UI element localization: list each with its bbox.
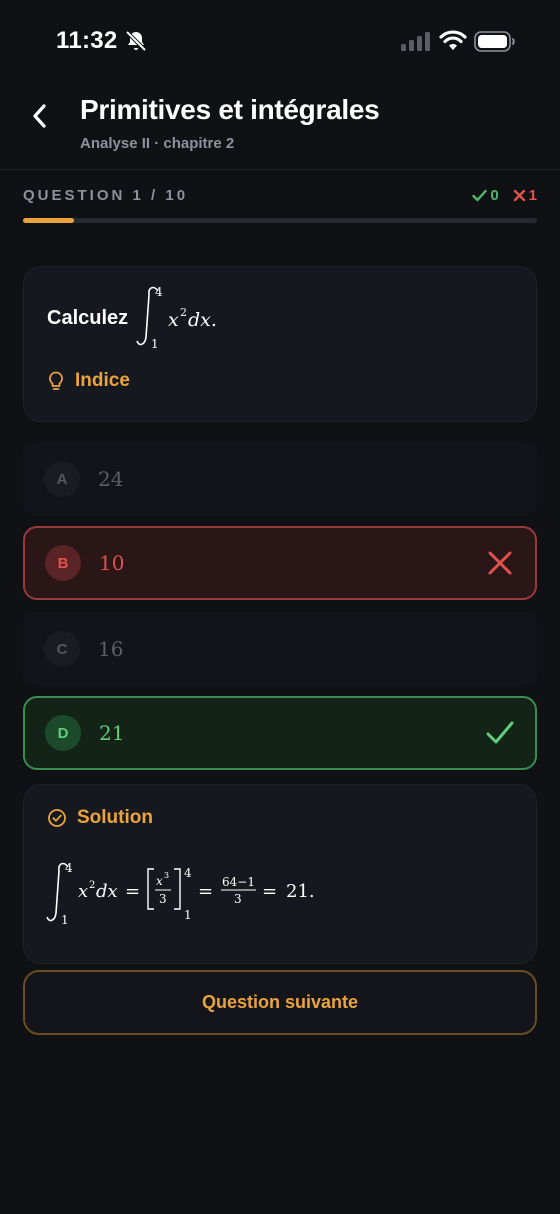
- option-letter: A: [44, 461, 80, 497]
- option-value: 16: [98, 637, 124, 661]
- upper-bound: 4: [65, 861, 73, 875]
- result: 21.: [286, 881, 315, 902]
- option-value: 21: [99, 721, 125, 745]
- fraction-numerator: 64−1: [222, 875, 255, 889]
- bell-slash-icon: [125, 30, 147, 52]
- equals-sign: =: [262, 881, 277, 902]
- correct-score: 0: [472, 187, 499, 204]
- question-counter: QUESTION 1 / 10: [23, 187, 189, 204]
- checkmark-icon: [472, 189, 488, 202]
- antiderivative-numerator: x: [156, 874, 163, 888]
- solution-formula: 4 1 x 2 dx = x 3 3 4 1 = 64−1 3 = 21.: [46, 861, 315, 927]
- exponent: 2: [180, 306, 187, 319]
- header: Primitives et intégrales Analyse II · ch…: [0, 84, 560, 170]
- lower-bound: 1: [151, 337, 159, 351]
- status-bar: 11:32: [0, 0, 560, 84]
- option-letter: C: [44, 631, 80, 667]
- question-formula: 4 1 x 2 dx.: [136, 285, 217, 351]
- eval-upper: 4: [184, 866, 192, 880]
- equals-sign: =: [198, 881, 213, 902]
- lightbulb-icon: [49, 371, 63, 390]
- option-letter: B: [45, 545, 81, 581]
- option-b[interactable]: B 10: [23, 526, 537, 600]
- checkmark-icon: [486, 721, 514, 744]
- option-a[interactable]: A 24: [23, 442, 537, 516]
- option-value: 10: [99, 551, 125, 575]
- chevron-left-icon: [33, 104, 46, 128]
- integrand: x: [168, 309, 179, 331]
- question-prompt: Calculez: [47, 307, 129, 329]
- solution-label: Solution: [77, 807, 153, 828]
- option-d[interactable]: D 21: [23, 696, 537, 770]
- quiz-screen: 11:32 Primitives et intégrales Analyse I…: [0, 0, 560, 1214]
- wifi-icon: [439, 30, 467, 50]
- integrand: x: [78, 881, 88, 902]
- eval-lower: 1: [184, 908, 192, 922]
- back-button[interactable]: [20, 96, 60, 136]
- option-value: 24: [98, 467, 124, 491]
- next-question-button[interactable]: Question suivante: [23, 970, 537, 1035]
- score: 0 1: [472, 187, 537, 204]
- solution-card: Solution 4 1 x 2 dx = x 3 3 4 1 = 64−1 3…: [23, 784, 537, 964]
- solution-heading: Solution: [47, 807, 153, 829]
- wrong-count: 1: [528, 187, 537, 204]
- page-subtitle: Analyse II · chapitre 2: [80, 135, 235, 152]
- antiderivative-denominator: 3: [159, 892, 167, 906]
- option-c[interactable]: C 16: [23, 612, 537, 686]
- fraction-denominator: 3: [234, 892, 242, 906]
- upper-bound: 4: [155, 285, 163, 299]
- wrong-score: 1: [513, 187, 537, 204]
- correct-count: 0: [490, 187, 499, 204]
- question-card: Calculez 4 1 x 2 dx. Indice: [23, 266, 537, 422]
- x-mark-icon: [513, 189, 525, 202]
- x-mark-icon: [488, 551, 512, 575]
- status-time: 11:32: [56, 27, 118, 54]
- hint-label: Indice: [75, 370, 130, 391]
- progress-bar: [23, 218, 537, 223]
- differential: dx.: [188, 309, 217, 331]
- hint-button[interactable]: Indice: [47, 370, 130, 392]
- battery-icon: [474, 31, 515, 52]
- progress-fill: [23, 218, 75, 223]
- cellular-signal-icon: [401, 32, 430, 51]
- lower-bound: 1: [61, 913, 69, 927]
- option-letter: D: [45, 715, 81, 751]
- check-circle-icon: [48, 809, 66, 827]
- differential: dx: [96, 881, 118, 902]
- antiderivative-exponent: 3: [164, 871, 169, 880]
- equals-sign: =: [125, 881, 140, 902]
- exponent: 2: [89, 880, 95, 891]
- page-title: Primitives et intégrales: [80, 94, 380, 125]
